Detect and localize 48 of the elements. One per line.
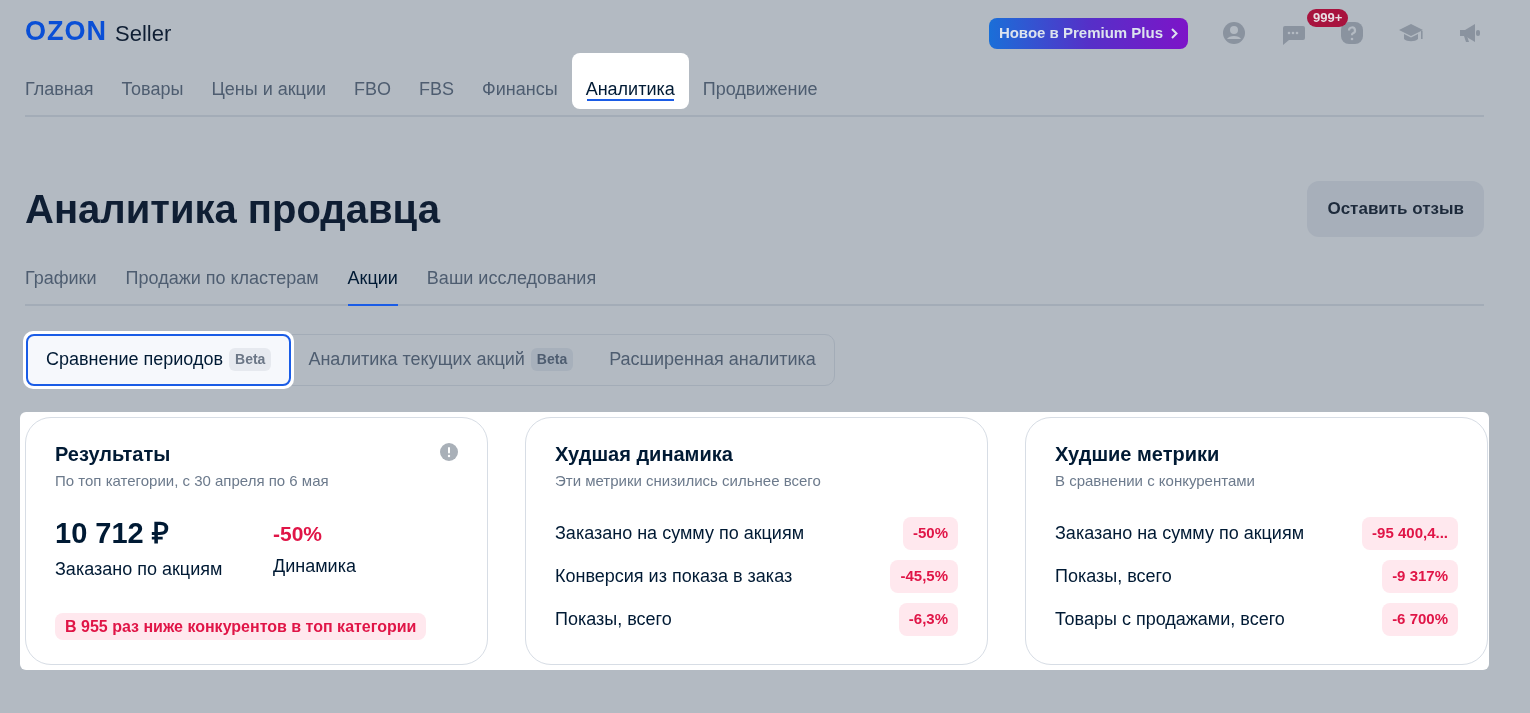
logo-product: Seller (115, 23, 172, 45)
metric-label: Конверсия из показа в заказ (555, 565, 793, 588)
metric-label: Показы, всего (1055, 565, 1172, 588)
change-tag: -45,5% (890, 560, 958, 593)
nav-tab[interactable]: Продвижение (688, 68, 832, 117)
metric-label: Заказано на сумму по акциям (1055, 522, 1304, 545)
metric-label: Товары с продажами, всего (1055, 608, 1285, 631)
segment-tab[interactable]: Аналитика текущих акций Beta (290, 334, 592, 385)
nav-tab[interactable]: Аналитика (571, 53, 689, 109)
chevron-right-icon (1171, 27, 1178, 39)
alert-icon (439, 441, 459, 462)
stat-value: -50% (273, 521, 324, 547)
card-title: Результаты (55, 441, 171, 466)
sub-tab[interactable]: Продажи по кластерам (125, 264, 319, 306)
alert-tag: В 955 раз ниже конкурентов в топ категории (55, 612, 427, 640)
nav-tab[interactable]: FBS (405, 68, 469, 117)
change-tag: -9 317% (1382, 560, 1458, 593)
notification-badge: 999+ (1307, 8, 1349, 27)
sub-tab[interactable]: Акции (347, 264, 398, 306)
card-subtitle: В сравнении с конкурентами (1055, 470, 1256, 491)
nav-tab[interactable]: FBO (340, 68, 406, 117)
nav-tab[interactable]: Главная (25, 68, 108, 117)
nav-tab[interactable]: Финансы (468, 68, 572, 117)
stat-label: Заказано по акциям (55, 557, 224, 581)
metric-label: Заказано на сумму по акциям (555, 522, 804, 545)
change-tag: -6,3% (898, 603, 958, 636)
sub-tab[interactable]: Графики (25, 264, 97, 306)
stat-value: 10 712 ₽ (55, 516, 170, 551)
feedback-button[interactable]: Оставить отзыв (1307, 181, 1484, 237)
card-subtitle: По топ категории, с 30 апреля по 6 мая (55, 470, 330, 491)
sub-tab[interactable]: Ваши исследования (426, 264, 597, 306)
change-tag: -6 700% (1382, 603, 1458, 636)
promo-button[interactable]: Новое в Premium Plus (988, 18, 1188, 49)
help-icon[interactable] (1340, 21, 1364, 46)
card-subtitle: Эти метрики снизились сильнее всего (555, 470, 822, 491)
change-tag: -50% (902, 517, 958, 550)
segment-tab[interactable]: Сравнение периодов Beta (26, 333, 292, 386)
metric-label: Показы, всего (555, 608, 672, 631)
profile-icon[interactable] (1222, 21, 1246, 46)
segment-tab[interactable]: Расширенная аналитика (591, 334, 834, 385)
stat-label: Динамика (273, 554, 356, 578)
card-title: Худшая динамика (555, 441, 733, 466)
page-title: Аналитика продавца (25, 185, 440, 233)
card-title: Худшие метрики (1055, 441, 1220, 466)
logo-wordmark[interactable]: OZON (25, 18, 107, 45)
change-tag: -95 400,4... (1362, 517, 1458, 550)
nav-tab[interactable]: Товары (107, 68, 198, 117)
nav-tab[interactable]: Цены и акции (197, 68, 340, 117)
